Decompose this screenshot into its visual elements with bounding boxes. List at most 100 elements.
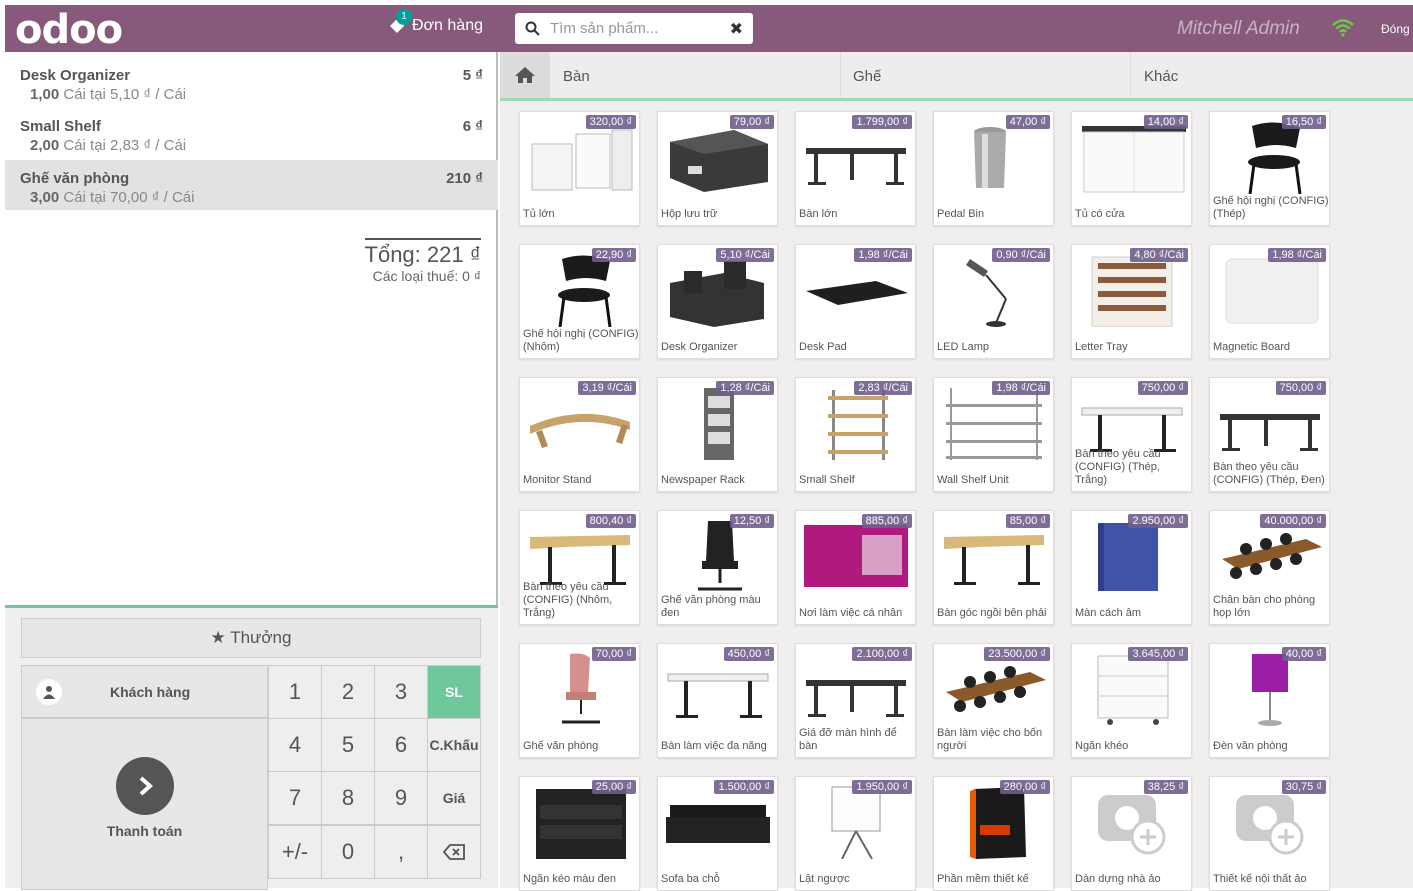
- product-card[interactable]: 40.000,00 ₫ Chân bàn cho phòng họp lớn: [1209, 510, 1330, 625]
- product-card[interactable]: 320,00 ₫ Tủ lớn: [519, 111, 640, 226]
- numpad-key[interactable]: 7: [268, 771, 322, 825]
- product-card[interactable]: 1.950,00 ₫ Lật ngược: [795, 776, 916, 891]
- product-price: 1,98 ₫/Cái: [1268, 248, 1326, 262]
- product-card[interactable]: 14,00 ₫ Tủ có cửa: [1071, 111, 1192, 226]
- product-card[interactable]: 1,98 ₫/Cái Desk Pad: [795, 244, 916, 359]
- orderline[interactable]: Desk Organizer 5 ₫ 1,00 Cái tại 5,10 ₫ /…: [5, 57, 498, 107]
- product-image: [1078, 519, 1186, 593]
- clear-search-icon[interactable]: ✖: [730, 19, 743, 39]
- product-card[interactable]: 1,28 ₫/Cái Newspaper Rack: [657, 377, 778, 492]
- numpad-key[interactable]: Giá: [427, 771, 481, 825]
- order-taxes: Các loại thuế: 0 ₫: [372, 268, 481, 284]
- product-card[interactable]: 1,98 ₫/Cái Wall Shelf Unit: [933, 377, 1054, 492]
- product-card[interactable]: 70,00 ₫ Ghế văn phòng: [519, 643, 640, 758]
- product-card[interactable]: 79,00 ₫ Hộp lưu trữ: [657, 111, 778, 226]
- product-name: Dàn dựng nhà ảo: [1075, 873, 1161, 885]
- product-card[interactable]: 25,00 ₫ Ngăn kéo màu đen: [519, 776, 640, 891]
- numpad-key[interactable]: SL: [427, 665, 481, 719]
- product-card[interactable]: 0,90 ₫/Cái LED Lamp: [933, 244, 1054, 359]
- product-card[interactable]: 750,00 ₫ Bàn theo yêu cầu (CONFIG) (Thép,…: [1071, 377, 1192, 492]
- product-card[interactable]: 40,00 ₫ Đèn văn phòng: [1209, 643, 1330, 758]
- orders-button[interactable]: 1 Đơn hàng: [388, 9, 483, 35]
- product-price: 22,90 ₫: [591, 248, 636, 262]
- product-card[interactable]: 280,00 ₫ Phần mềm thiết kế: [933, 776, 1054, 891]
- product-price: 2.100,00 ₫: [852, 647, 912, 661]
- product-image: [1078, 253, 1186, 328]
- numpad-key[interactable]: 3: [374, 665, 428, 719]
- product-price: 320,00 ₫: [585, 115, 636, 129]
- close-button[interactable]: Đóng: [1381, 22, 1410, 36]
- product-card[interactable]: 3,19 ₫/Cái Monitor Stand: [519, 377, 640, 492]
- orderline-info: 1,00 Cái tại 5,10 ₫ / Cái: [30, 86, 187, 103]
- product-card[interactable]: 450,00 ₫ Bàn làm việc đa năng: [657, 643, 778, 758]
- product-image: [940, 120, 1048, 194]
- numpad-key[interactable]: 9: [374, 771, 428, 825]
- product-card[interactable]: 16,50 ₫ Ghế hội nghị (CONFIG) (Thép): [1209, 111, 1330, 226]
- product-card[interactable]: 85,00 ₫ Bàn góc ngồi bên phải: [933, 510, 1054, 625]
- numpad-key[interactable]: ,: [374, 825, 428, 879]
- product-name: Magnetic Board: [1213, 341, 1291, 353]
- numpad-key[interactable]: 4: [268, 718, 322, 772]
- product-name: Chân bàn cho phòng họp lớn: [1213, 594, 1316, 619]
- product-card[interactable]: 2,83 ₫/Cái Small Shelf: [795, 377, 916, 492]
- order-summary: Tổng: 221 ₫ Các loại thuế: 0 ₫: [364, 238, 481, 284]
- product-card[interactable]: 38,25 ₫ Dàn dựng nhà ảo: [1071, 776, 1192, 891]
- product-card[interactable]: 2.950,00 ₫ Màn cách âm: [1071, 510, 1192, 625]
- search-input[interactable]: Tìm sản phẩm...: [550, 20, 730, 37]
- numpad-key[interactable]: 6: [374, 718, 428, 772]
- product-card[interactable]: 4,80 ₫/Cái Letter Tray: [1071, 244, 1192, 359]
- category-chairs[interactable]: Ghế: [853, 68, 881, 85]
- product-card[interactable]: 1.500,00 ₫ Sofa ba chỗ: [657, 776, 778, 891]
- category-other[interactable]: Khác: [1144, 68, 1178, 85]
- product-card[interactable]: 885,00 ₫ Nơi làm việc cá nhân: [795, 510, 916, 625]
- top-bar: odoo 1 Đơn hàng Tìm sản phẩm... ✖ Mitche…: [5, 5, 1413, 53]
- product-card[interactable]: 47,00 ₫ Pedal Bin: [933, 111, 1054, 226]
- numpad-key[interactable]: 0: [321, 825, 375, 879]
- numpad-key[interactable]: 8: [321, 771, 375, 825]
- product-card[interactable]: 1,98 ₫/Cái Magnetic Board: [1209, 244, 1330, 359]
- orderline-name: Ghế văn phòng: [20, 170, 130, 187]
- product-price: 40.000,00 ₫: [1260, 514, 1326, 528]
- product-card[interactable]: 2.100,00 ₫ Giá đỡ màn hình để bàn: [795, 643, 916, 758]
- product-price: 40,00 ₫: [1281, 647, 1326, 661]
- user-name[interactable]: Mitchell Admin: [1177, 18, 1300, 40]
- numpad-key[interactable]: 1: [268, 665, 322, 719]
- control-pad: ★ Thưởng Khách hàng Thanh toán 1 2 3 SL 4 5 6 C…: [5, 605, 498, 890]
- product-image: [802, 519, 910, 593]
- product-price: 4,80 ₫/Cái: [1130, 248, 1188, 262]
- product-card[interactable]: 750,00 ₫ Bàn theo yêu cầu (CONFIG) (Thép,…: [1209, 377, 1330, 492]
- product-name: Monitor Stand: [523, 474, 592, 486]
- product-card[interactable]: 3.645,00 ₫ Ngăn khéo: [1071, 643, 1192, 758]
- product-card[interactable]: 800,40 ₫ Bàn theo yêu cầu (CONFIG) (Nhôm,…: [519, 510, 640, 625]
- product-image: [1216, 253, 1324, 327]
- reward-button[interactable]: ★ Thưởng: [21, 618, 481, 658]
- backspace-key[interactable]: [427, 825, 481, 879]
- numpad-key[interactable]: C.Khấu: [427, 718, 481, 772]
- payment-label: Thanh toán: [106, 823, 183, 839]
- payment-button[interactable]: Thanh toán: [21, 718, 268, 890]
- orderline[interactable]: Small Shelf 6 ₫ 2,00 Cái tại 2,83 ₫ / Cá…: [5, 108, 498, 158]
- product-card[interactable]: 22,90 ₫ Ghế hội nghị (CONFIG) (Nhôm): [519, 244, 640, 359]
- numpad-key[interactable]: 2: [321, 665, 375, 719]
- orderline-price: 6 ₫: [462, 118, 483, 135]
- numpad-key[interactable]: 5: [321, 718, 375, 772]
- customer-button[interactable]: Khách hàng: [21, 665, 268, 718]
- product-price: 1,28 ₫/Cái: [716, 381, 774, 395]
- numpad-key[interactable]: +/-: [268, 825, 322, 879]
- product-name: Thiết kế nội thất ảo: [1213, 873, 1307, 885]
- product-card[interactable]: 1.799,00 ₫ Bàn lớn: [795, 111, 916, 226]
- product-price: 14,00 ₫: [1143, 115, 1188, 129]
- product-card[interactable]: 5,10 ₫/Cái Desk Organizer: [657, 244, 778, 359]
- product-price: 25,00 ₫: [591, 780, 636, 794]
- product-price: 1,98 ₫/Cái: [854, 248, 912, 262]
- orderline-selected[interactable]: Ghế văn phòng 210 ₫ 3,00 Cái tại 70,00 ₫…: [5, 160, 498, 210]
- home-category-button[interactable]: [500, 52, 550, 98]
- product-name: Pedal Bin: [937, 208, 985, 220]
- category-tables[interactable]: Bàn: [563, 68, 590, 85]
- product-card[interactable]: 23.500,00 ₫ Bàn làm việc cho bốn người: [933, 643, 1054, 758]
- product-card[interactable]: 30,75 ₫ Thiết kế nội thất ảo: [1209, 776, 1330, 891]
- orderline-info: 2,00 Cái tại 2,83 ₫ / Cái: [30, 137, 187, 154]
- product-card[interactable]: 12,50 ₫ Ghế văn phòng màu đen: [657, 510, 778, 625]
- product-price: 750,00 ₫: [1275, 381, 1326, 395]
- product-search[interactable]: Tìm sản phẩm... ✖: [515, 13, 753, 44]
